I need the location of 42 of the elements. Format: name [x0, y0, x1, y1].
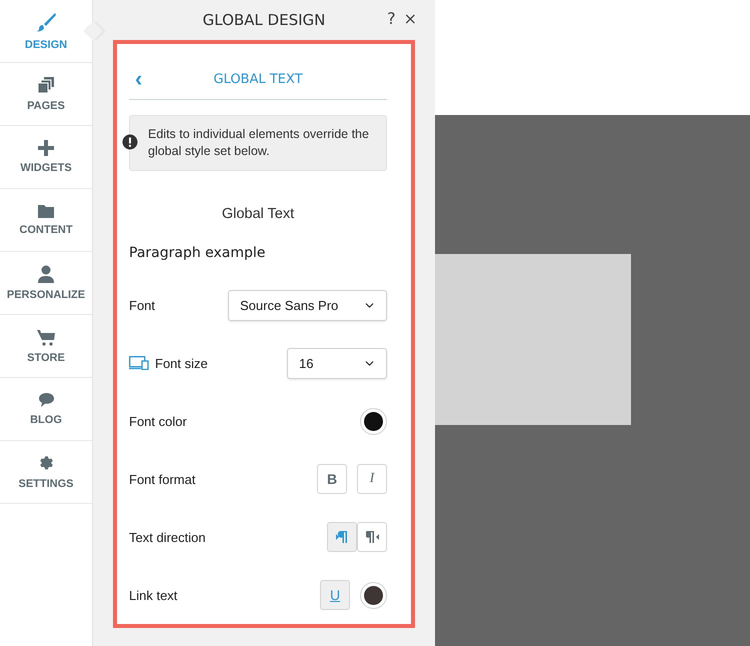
field-label: Font size — [155, 356, 208, 370]
person-icon — [38, 265, 54, 283]
sidebar-item[interactable]: CONTENT — [0, 189, 92, 252]
sidebar-item[interactable]: PAGES — [0, 63, 92, 126]
field-label: Font format — [129, 472, 196, 486]
field-label: Text direction — [129, 530, 206, 544]
direction-button[interactable] — [327, 522, 357, 552]
direction-button[interactable] — [357, 522, 387, 552]
close-button[interactable]: × — [404, 10, 417, 28]
speech-bubble-icon — [38, 392, 54, 408]
panel-title: GLOBAL DESIGN — [202, 11, 326, 29]
notice-text: Edits to individual elements override the global style set below. — [148, 126, 370, 160]
plus-icon — [38, 140, 54, 156]
color-swatch[interactable] — [360, 408, 387, 434]
pages-icon — [37, 76, 55, 94]
sidebar-item[interactable]: SETTINGS — [0, 441, 92, 504]
paragraph-rtl-icon — [366, 531, 378, 543]
sidebar-item[interactable]: PERSONALIZE — [0, 252, 92, 315]
help-button[interactable]: ? — [387, 10, 396, 28]
devices-icon — [129, 356, 149, 370]
field-label: Font color — [129, 414, 187, 428]
settings-icon — [38, 454, 54, 472]
dropdown[interactable]: Source Sans Pro — [228, 290, 387, 320]
field-label: Font — [129, 298, 156, 312]
dropdown[interactable]: 16 — [287, 348, 387, 378]
field-label: Link text — [129, 588, 178, 602]
paragraph-ltr-icon — [336, 531, 348, 543]
section-heading: GLOBAL TEXT — [213, 72, 303, 87]
color-swatch[interactable] — [360, 582, 387, 608]
cart-icon — [37, 328, 55, 346]
sidebar-item[interactable]: STORE — [0, 315, 92, 378]
warning-icon — [122, 134, 138, 150]
preview-title: Global Text — [222, 206, 294, 222]
sidebar-item[interactable]: WIDGETS — [0, 126, 92, 189]
bold-button[interactable]: B — [317, 464, 347, 494]
paragraph-example: Paragraph example — [129, 245, 266, 261]
underline-button[interactable]: U — [320, 580, 350, 610]
sidebar-item[interactable]: BLOG — [0, 378, 92, 441]
brush-icon — [35, 11, 57, 33]
italic-button[interactable]: I — [357, 464, 387, 494]
folder-icon — [38, 204, 54, 218]
back-button[interactable]: ‹ — [135, 66, 142, 92]
